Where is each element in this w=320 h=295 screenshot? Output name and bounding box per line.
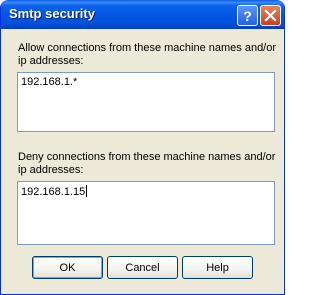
question-mark-icon: ? — [243, 7, 252, 24]
dialog-body: Allow connections from these machine nam… — [4, 29, 281, 292]
deny-value: 192.168.1.15 — [21, 186, 86, 198]
allow-value: 192.168.1.* — [21, 76, 78, 88]
window-title: Smtp security — [9, 6, 95, 21]
dialog-window: Smtp security ? Allow connections from t… — [0, 0, 285, 295]
text-caret — [86, 185, 88, 197]
deny-textbox[interactable]: 192.168.1.15 — [17, 181, 275, 245]
help-title-button[interactable]: ? — [237, 5, 258, 26]
close-button[interactable] — [260, 5, 281, 26]
allow-label: Allow connections from these machine nam… — [18, 42, 277, 67]
allow-textbox[interactable]: 192.168.1.* — [17, 72, 275, 132]
ok-button[interactable]: OK — [32, 256, 103, 279]
cancel-button[interactable]: Cancel — [107, 256, 178, 279]
close-icon — [264, 9, 277, 22]
deny-label: Deny connections from these machine name… — [18, 151, 276, 176]
help-button[interactable]: Help — [182, 256, 253, 279]
title-bar[interactable]: Smtp security ? — [1, 0, 284, 29]
